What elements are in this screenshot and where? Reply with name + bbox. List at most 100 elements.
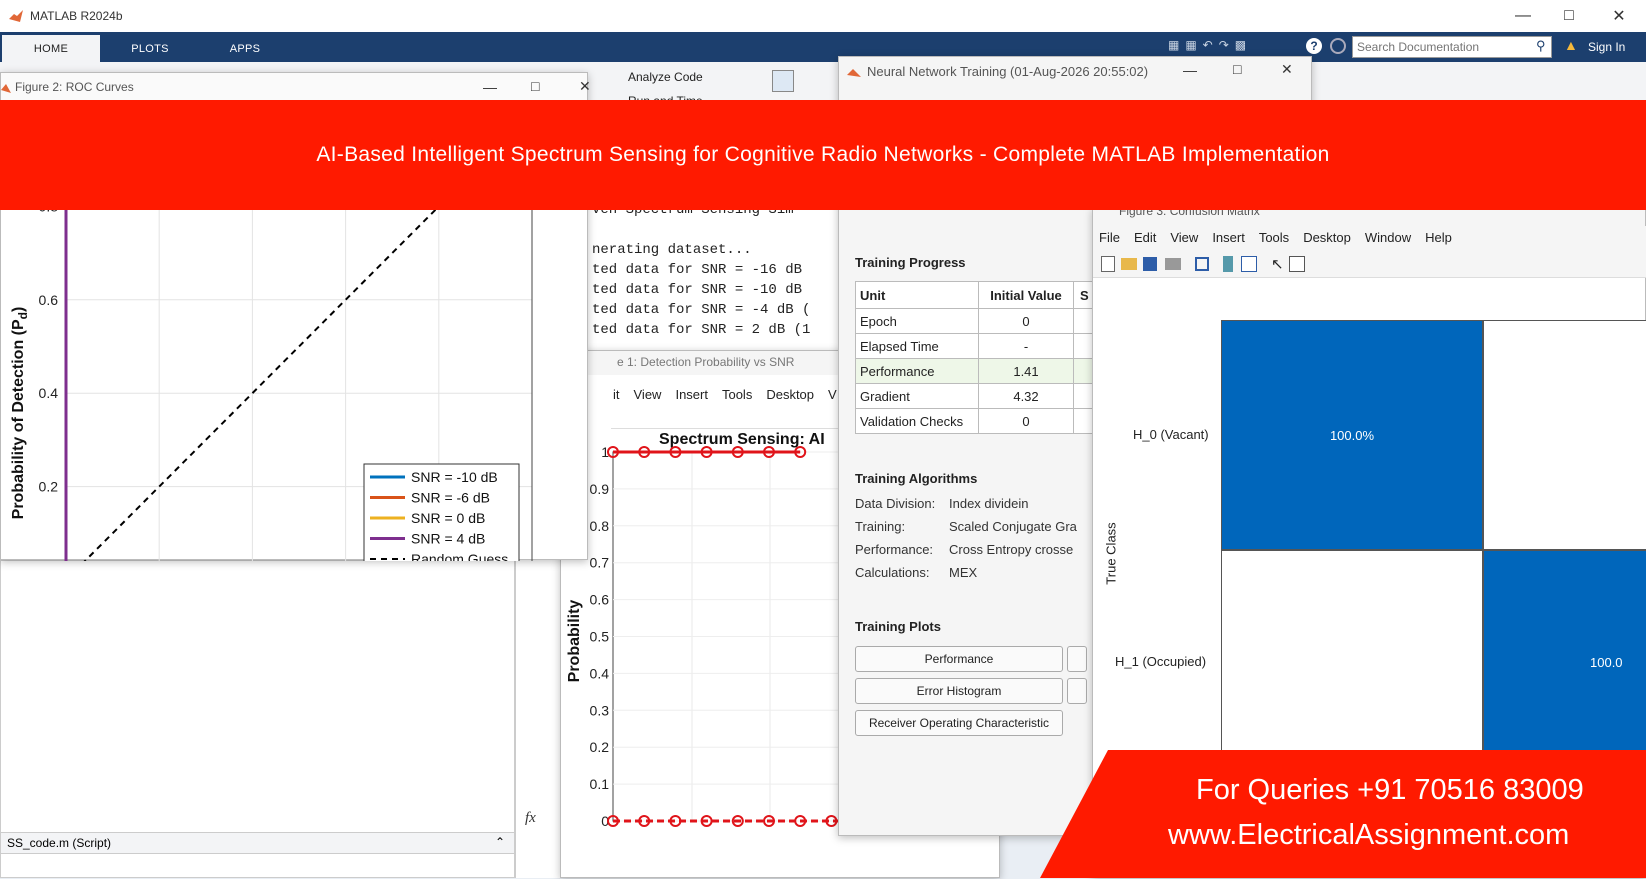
table-cell-initial: 0 [978,408,1074,434]
menu-desktop[interactable]: Desktop [766,387,814,402]
y-tick-label: 0.7 [590,555,610,571]
y-axis-label: Probability of Detection (Pd) [10,307,30,520]
performance-plot-button[interactable]: Performance [855,646,1063,672]
menu-window[interactable]: V [828,387,837,402]
legend-label: Random Guess [411,551,508,561]
ribbon-tabstrip: HOME PLOTS APPS ▦▦↶↷▩ ? ⚲ ▲ Sign In [0,32,1646,62]
menu-insert[interactable]: Insert [675,387,708,402]
matlab-logo-icon [9,10,23,22]
legend-label: SNR = -6 dB [411,490,490,506]
maximize-button[interactable]: □ [1546,0,1592,32]
y-axis-label: Probability [566,600,583,683]
pointer-icon[interactable]: ↖ [1271,255,1284,273]
menu-file[interactable]: File [1099,230,1120,245]
algorithm-label: Performance: [855,542,934,557]
chevron-up-icon[interactable]: ⌃ [495,835,505,849]
tab-apps[interactable]: APPS [205,35,285,62]
editor-file-name: SS_code.m (Script) [7,836,112,850]
minimize-icon[interactable]: — [1183,62,1197,78]
banner-text: AI-Based Intelligent Spectrum Sensing fo… [316,143,1330,166]
menu-tools[interactable]: Tools [722,387,752,402]
legend-icon[interactable] [1241,256,1257,272]
plots-header: Training Plots [855,619,941,634]
app-title: MATLAB R2024b [30,9,123,23]
table-cell-initial: 4.32 [978,383,1074,409]
menu-view[interactable]: View [1170,230,1198,245]
print-icon[interactable] [1165,258,1181,270]
y-tick-label: 0.3 [590,702,610,718]
row-label-vacant: H_0 (Vacant) [1133,427,1209,442]
search-icon[interactable]: ⚲ [1536,38,1546,54]
editor-tab[interactable]: SS_code.m (Script) ⌃ [0,832,515,854]
search-input[interactable] [1352,36,1552,58]
help-icon[interactable]: ? [1306,38,1322,54]
contact-phone: For Queries +91 70516 83009 [1196,774,1584,806]
menu-desktop[interactable]: Desktop [1303,230,1351,245]
algorithm-value: Index dividein [949,496,1029,511]
property-editor-icon[interactable] [1289,256,1305,272]
confusion-menubar: File Edit View Insert Tools Desktop Window Help [1093,226,1646,252]
menu-edit[interactable]: Edit [1134,230,1156,245]
confusion-toolbar: ↖ [1093,252,1646,278]
notification-bell-icon[interactable]: ▲ [1564,37,1578,53]
error-histogram-button[interactable]: Error Histogram [855,678,1063,704]
menu-edit[interactable]: it [613,387,620,402]
menu-insert[interactable]: Insert [1212,230,1245,245]
command-line: ted data for SNR = -10 dB [592,282,803,298]
legend-label: SNR = 4 dB [411,531,485,547]
y-tick-label: 0.2 [590,739,610,755]
table-cell-label: Gradient [855,383,979,409]
contact-website[interactable]: www.ElectricalAssignment.com [1168,819,1569,852]
table-cell-label: Elapsed Time [855,333,979,359]
y-tick-label: 0.4 [39,385,59,401]
nntrain-titlebar: Neural Network Training (01-Aug-2026 20:… [839,57,1311,87]
table-cell-label: Epoch [855,308,979,334]
roc-plot-button[interactable]: Receiver Operating Characteristic [855,710,1063,736]
minimize-button[interactable]: — [1500,0,1546,32]
menu-window[interactable]: Window [1365,230,1411,245]
menu-help[interactable]: Help [1425,230,1452,245]
contact-banner-shape [1040,750,1646,878]
save-icon[interactable] [1143,257,1157,271]
table-header-initial: Initial Value [978,281,1074,309]
run-section-icon[interactable] [772,70,794,92]
link-plot-icon[interactable] [1195,257,1209,271]
confusion-cell-01 [1483,320,1646,550]
colorbar-icon[interactable] [1223,256,1233,272]
algorithm-value: Cross Entropy crosse [949,542,1074,557]
detection-figure-menubar: it View Insert Tools Desktop V [613,387,851,402]
y-tick-label: 0.1 [590,776,610,792]
command-line [592,220,810,240]
menu-tools[interactable]: Tools [1259,230,1289,245]
detection-figure-title: e 1: Detection Probability vs SNR [617,355,795,369]
close-button[interactable]: ✕ [1596,0,1642,32]
analyze-code-button[interactable]: Analyze Code [628,70,703,84]
y-tick-label: 0.9 [590,481,610,497]
maximize-icon[interactable]: □ [1233,61,1241,77]
algorithm-value: MEX [949,565,978,580]
menu-view[interactable]: View [634,387,662,402]
settings-icon[interactable] [1330,38,1346,54]
y-tick-label: 0.8 [590,518,610,534]
matlab-logo-icon [847,69,861,77]
open-folder-icon[interactable] [1121,258,1137,270]
title-banner: AI-Based Intelligent Spectrum Sensing fo… [0,100,1646,210]
workspace-panel [0,560,515,878]
close-icon[interactable]: ✕ [1281,61,1293,78]
error-histogram-button-2[interactable] [1067,678,1087,704]
y-tick-label: 0.6 [39,292,59,308]
table-cell-initial: 1.41 [978,358,1074,384]
table-cell-label: Performance [855,358,979,384]
y-tick-label: 0.4 [590,665,610,681]
confusion-ylabel: True Class [1103,522,1119,585]
performance-plot-button-2[interactable] [1067,646,1087,672]
y-tick-label: 0.2 [39,479,59,495]
tab-plots[interactable]: PLOTS [110,35,190,62]
row-label-occupied: H_1 (Occupied) [1115,654,1207,669]
algorithm-label: Data Division: [855,496,936,511]
tab-home[interactable]: HOME [2,35,100,62]
command-line: ted data for SNR = -4 dB ( [592,302,811,318]
new-figure-icon[interactable] [1101,256,1115,272]
sign-in-link[interactable]: Sign In [1588,40,1625,54]
confusion-figure-titlebar: Figure 3: Confusion Matrix [1093,204,1645,226]
